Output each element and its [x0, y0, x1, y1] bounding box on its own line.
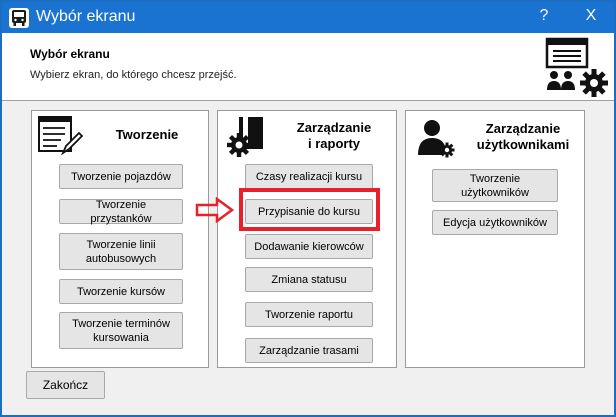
header-subtitle: Wybierz ekran, do którego chcesz przejść…: [30, 69, 237, 81]
manage-routes-button[interactable]: Zarządzanie trasami: [245, 338, 373, 363]
create-schedule-terms-button[interactable]: Tworzenie terminów kursowania: [59, 312, 183, 349]
group-title-zarzadzanie-line1: Zarządzanie: [296, 120, 372, 135]
change-status-button[interactable]: Zmiana statusu: [245, 267, 373, 292]
dialog-window: Wybór ekranu ? X Wybór ekranu Wybierz ek…: [0, 0, 616, 417]
document-gear-icon: [225, 115, 267, 159]
group-zarzadzanie: Zarządzanie i raporty Czasy realizacji k…: [217, 110, 397, 368]
group-title-zarzadzanie: Zarządzanie i raporty: [276, 120, 392, 152]
close-button[interactable]: X: [576, 7, 606, 25]
create-bus-lines-button[interactable]: Tworzenie linii autobusowych: [59, 233, 183, 270]
group-title-uzytkownicy-line2: użytkownikami: [476, 137, 570, 152]
group-uzytkownicy: Zarządzanie użytkownikami Tworzenie użyt…: [405, 110, 585, 368]
group-title-uzytkownicy-line1: Zarządzanie: [485, 121, 561, 136]
user-gear-icon: [416, 117, 456, 159]
create-report-button[interactable]: Tworzenie raportu: [245, 302, 373, 327]
bus-icon: [9, 8, 29, 28]
window-title: Wybór ekranu: [36, 8, 136, 25]
create-users-button[interactable]: Tworzenie użytkowników: [432, 169, 558, 202]
title-bar: Wybór ekranu ? X: [2, 2, 614, 33]
header-title: Wybór ekranu: [30, 47, 110, 61]
group-title-zarzadzanie-line2: i raporty: [307, 136, 360, 151]
create-courses-button[interactable]: Tworzenie kursów: [59, 279, 183, 304]
screen-users-gear-icon: [544, 36, 610, 100]
document-pen-icon: [37, 115, 84, 157]
group-title-tworzenie: Tworzenie: [115, 127, 179, 142]
create-vehicles-button[interactable]: Tworzenie pojazdów: [59, 164, 183, 189]
group-tworzenie: Tworzenie Tworzenie pojazdów Tworzenie p…: [31, 110, 209, 368]
exit-button[interactable]: Zakończ: [26, 371, 105, 399]
group-title-uzytkownicy: Zarządzanie użytkownikami: [464, 121, 582, 153]
create-stops-button[interactable]: Tworzenie przystanków: [59, 199, 183, 225]
arrow-right-icon: [195, 196, 235, 224]
course-times-button[interactable]: Czasy realizacji kursu: [245, 164, 373, 189]
highlight-box: [239, 188, 380, 231]
add-drivers-button[interactable]: Dodawanie kierowców: [245, 234, 373, 259]
help-button[interactable]: ?: [529, 7, 559, 25]
edit-users-button[interactable]: Edycja użytkowników: [432, 210, 558, 235]
header-panel: Wybór ekranu Wybierz ekran, do którego c…: [2, 33, 614, 101]
